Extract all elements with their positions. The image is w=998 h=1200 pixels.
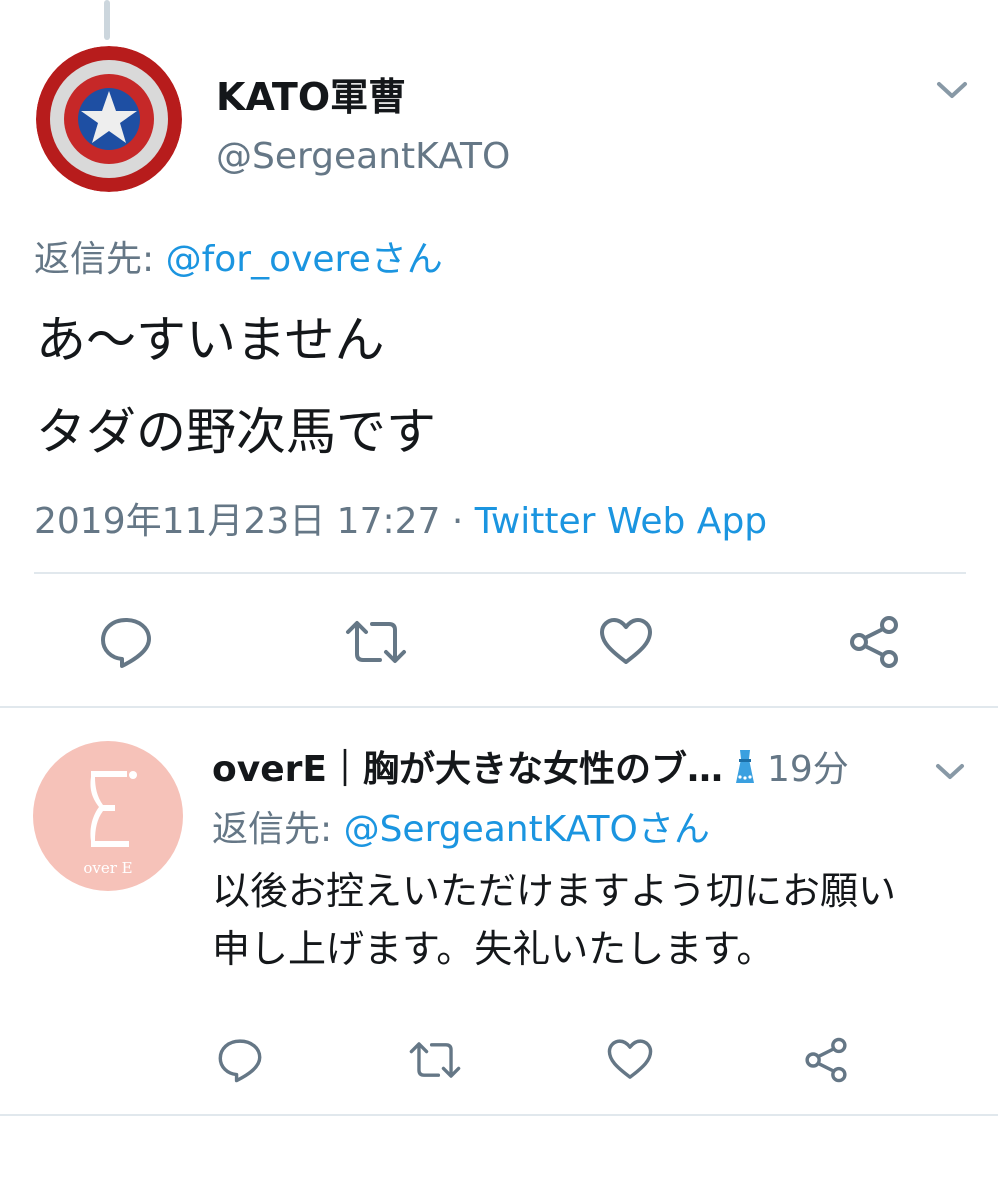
heart-icon[interactable]: [606, 1036, 654, 1084]
thread-connector-line: [104, 0, 110, 40]
timestamp[interactable]: 2019年11月23日 17:27: [34, 501, 440, 542]
dress-emoji-icon: [725, 747, 765, 787]
chevron-down-icon[interactable]: [934, 74, 970, 104]
divider: [34, 572, 966, 574]
author-handle[interactable]: @SergeantKATO: [216, 136, 510, 177]
reply-context: 返信先: @SergeantKATOさん: [212, 800, 710, 852]
share-icon[interactable]: [802, 1036, 850, 1084]
tweet-text-line: タダの野次馬です: [36, 403, 436, 461]
avatar[interactable]: [36, 46, 182, 192]
reply-target-link[interactable]: @for_overeさん: [166, 239, 443, 280]
tweet-text-line: 申し上げます。失礼いたします。: [212, 927, 775, 971]
client-link[interactable]: Twitter Web App: [475, 501, 767, 542]
reply-icon[interactable]: [98, 614, 154, 670]
reply-context: 返信先: @for_overeさん: [34, 230, 443, 282]
avatar[interactable]: over E: [33, 741, 183, 891]
tweet-time[interactable]: 19分: [767, 749, 849, 790]
shield-avatar-image: [36, 46, 182, 192]
heart-icon[interactable]: [598, 614, 654, 670]
tweet-separator: [0, 1114, 998, 1116]
reply-target-link[interactable]: @SergeantKATOさん: [344, 809, 710, 850]
reply-icon[interactable]: [216, 1036, 264, 1084]
author-name[interactable]: overE｜胸が大きな女性のブ…: [212, 749, 723, 790]
avatar-brand-text: over E: [83, 859, 132, 877]
reply-header: overE｜胸が大きな女性のブ… 19分: [212, 740, 932, 794]
share-icon[interactable]: [846, 614, 902, 670]
reply-prefix: 返信先:: [212, 809, 344, 850]
tweet-text-line: 以後お控えいただけますよう切にお願い: [212, 869, 897, 913]
tweet-separator: [0, 706, 998, 708]
retweet-icon[interactable]: [408, 1036, 462, 1084]
tweet-text-line: あ～すいません: [36, 311, 385, 369]
tweet-meta: 2019年11月23日 17:27 · Twitter Web App: [34, 492, 767, 544]
meta-separator: ·: [440, 501, 475, 542]
author-name[interactable]: KATO軍曹: [216, 66, 406, 121]
chevron-down-icon[interactable]: [934, 758, 966, 784]
brand-logo-image: over E: [83, 771, 137, 877]
retweet-icon[interactable]: [344, 614, 408, 670]
reply-prefix: 返信先:: [34, 239, 166, 280]
